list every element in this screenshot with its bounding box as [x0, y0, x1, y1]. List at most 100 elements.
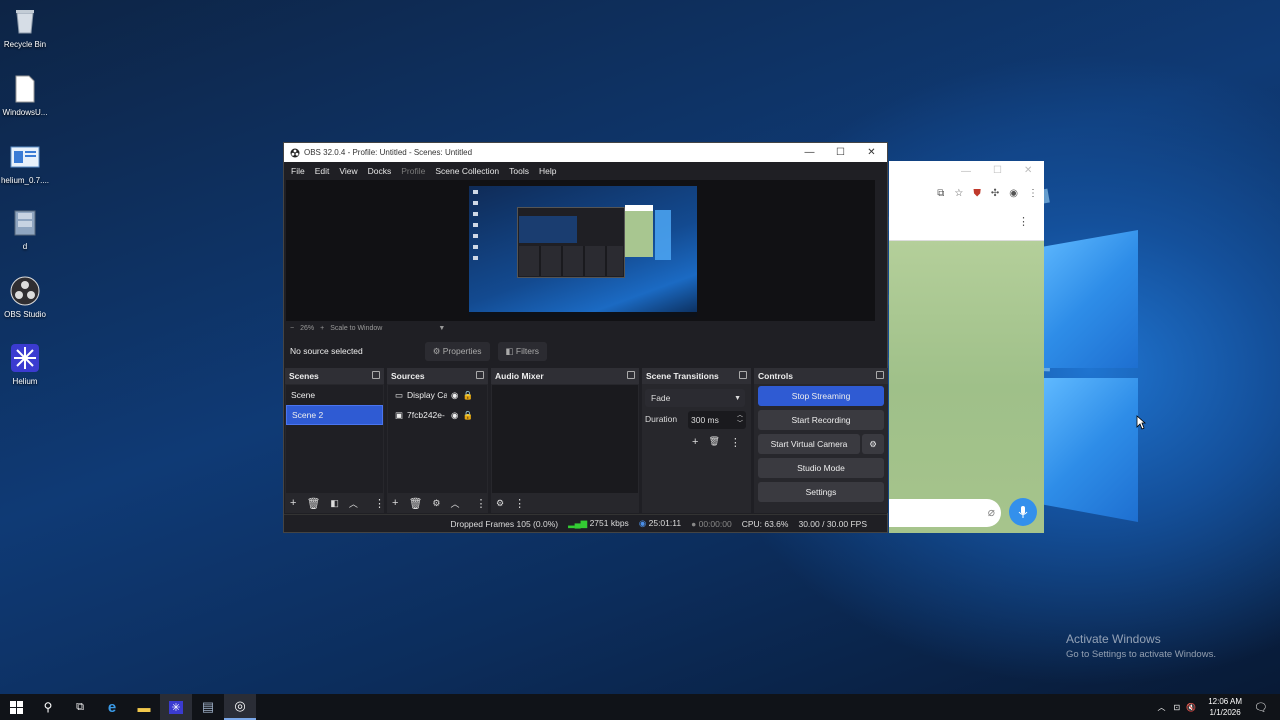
extensions-icon[interactable]: ✣ [991, 188, 999, 199]
volume-muted-icon[interactable]: 🔇 [1186, 703, 1196, 712]
folder-icon: ▬ [137, 699, 151, 715]
start-virtual-camera-button[interactable]: Start Virtual Camera [758, 434, 860, 454]
menu-docks[interactable]: Docks [363, 166, 397, 176]
stop-streaming-button[interactable]: Stop Streaming [758, 386, 884, 406]
profile-icon[interactable]: ◉ [1009, 188, 1018, 199]
zoom-out-button[interactable]: − [290, 325, 294, 332]
clock[interactable]: 12:06 AM 1/1/2026 [1208, 696, 1242, 718]
menu-tools[interactable]: Tools [504, 166, 534, 176]
filters-button[interactable]: ◧ Filters [497, 341, 548, 361]
menu-view[interactable]: View [334, 166, 362, 176]
preview-canvas[interactable] [286, 180, 875, 321]
properties-button[interactable]: ⚙ Properties [424, 341, 490, 361]
search-button[interactable]: ⚲ [32, 694, 64, 720]
zoom-in-button[interactable]: + [320, 325, 324, 332]
chevron-up-icon[interactable]: ︿ [349, 497, 358, 510]
desktop-icon-helium-installer[interactable]: helium_0.7.... [0, 142, 55, 185]
browser-window[interactable]: — ☐ ✕ ⧉ ☆ ⛊ ✣ ◉ ⋮ ⋮ ⌀ [889, 161, 1044, 533]
add-icon[interactable]: + [290, 497, 296, 509]
undock-icon[interactable] [876, 371, 884, 379]
obs-minimize-icon[interactable]: — [794, 143, 825, 162]
browser-menu-icon[interactable]: ⋮ [1028, 188, 1038, 199]
undock-icon[interactable] [627, 371, 635, 379]
add-icon[interactable]: + [692, 436, 698, 449]
settings-button[interactable]: Settings [758, 482, 884, 502]
undock-icon[interactable] [739, 371, 747, 379]
taskbar-obs[interactable]: ◎ [224, 694, 256, 720]
browser-close-icon[interactable]: ✕ [1024, 165, 1032, 176]
filter-icon[interactable]: ◧ [330, 498, 339, 509]
mixer-settings-icon[interactable]: ⚙ [496, 498, 504, 509]
voice-message-button[interactable] [1009, 498, 1037, 526]
fps-status: 30.00 / 30.00 FPS [798, 518, 867, 529]
start-recording-button[interactable]: Start Recording [758, 410, 884, 430]
scene-item-selected[interactable]: Scene 2 [286, 405, 383, 425]
windows-start-icon [9, 700, 23, 714]
more-icon[interactable]: ⋮ [476, 497, 487, 510]
network-icon[interactable]: ⊡ [1174, 703, 1181, 712]
start-recording-label: Start Recording [791, 415, 851, 425]
add-icon[interactable]: + [392, 497, 398, 509]
desktop-icon-recycle-bin[interactable]: Recycle Bin [0, 6, 55, 49]
source-item[interactable]: ▭ Display Ca ◉ 🔒 [388, 385, 487, 405]
taskbar-helium[interactable]: ✳ [160, 694, 192, 720]
obs-close-icon[interactable]: ✕ [856, 143, 887, 162]
scale-mode-select[interactable]: Scale to Window [330, 325, 382, 332]
trash-icon[interactable]: 🗑 [708, 436, 719, 449]
shield-icon[interactable]: ⛊ [973, 188, 981, 199]
task-view-button[interactable]: ⧉ [64, 694, 96, 720]
activate-windows-watermark: Activate Windows Go to Settings to activ… [1066, 632, 1216, 660]
controls-title: Controls [758, 371, 793, 381]
chat-menu-icon[interactable]: ⋮ [1018, 215, 1029, 228]
menu-help[interactable]: Help [534, 166, 561, 176]
message-input[interactable]: ⌀ [889, 499, 1001, 527]
gear-icon[interactable]: ⚙ [432, 498, 440, 509]
transition-select[interactable]: Fade ▼ [645, 389, 745, 407]
attach-icon[interactable]: ⌀ [988, 505, 995, 519]
obs-titlebar[interactable]: OBS 32.0.4 - Profile: Untitled - Scenes:… [284, 143, 887, 162]
browser-titlebar[interactable]: — ☐ ✕ [889, 161, 1044, 183]
undock-icon[interactable] [476, 371, 484, 379]
chevron-down-icon[interactable]: ▼ [438, 325, 445, 332]
obs-window[interactable]: OBS 32.0.4 - Profile: Untitled - Scenes:… [283, 142, 888, 533]
trash-icon[interactable]: 🗑 [306, 497, 320, 510]
browser-minimize-icon[interactable]: — [961, 166, 971, 177]
start-button[interactable] [0, 694, 32, 720]
taskbar-archive[interactable]: ▤ [192, 694, 224, 720]
browser-maximize-icon[interactable]: ☐ [993, 165, 1002, 176]
chevron-up-icon[interactable]: ︿ [1158, 702, 1166, 713]
desktop-icon-windowsu[interactable]: WindowsU... [0, 74, 55, 117]
more-icon[interactable]: ⋮ [730, 436, 741, 449]
virtual-camera-settings-button[interactable]: ⚙ [862, 434, 884, 454]
lock-icon[interactable]: 🔒 [462, 410, 473, 421]
lock-icon[interactable]: 🔒 [462, 390, 473, 401]
transition-select-value: Fade [651, 393, 671, 403]
notifications-icon[interactable]: 🗨 [1254, 701, 1268, 714]
chevron-up-icon[interactable]: ︿ [450, 497, 459, 510]
obs-maximize-icon[interactable]: ☐ [825, 143, 856, 162]
duration-spinbox[interactable]: 300 ms ︿ ﹀ [688, 411, 746, 429]
taskbar-edge[interactable]: e [96, 694, 128, 720]
taskbar-file-explorer[interactable]: ▬ [128, 694, 160, 720]
star-icon[interactable]: ☆ [954, 188, 963, 199]
menu-file[interactable]: File [286, 166, 310, 176]
studio-mode-button[interactable]: Studio Mode [758, 458, 884, 478]
cast-icon[interactable]: ⧉ [937, 188, 944, 199]
menu-scene-collection[interactable]: Scene Collection [430, 166, 504, 176]
eye-icon[interactable]: ◉ [451, 410, 458, 421]
source-item[interactable]: ▣ 7fcb242e- ◉ 🔒 [388, 405, 487, 425]
zoom-level: 26% [300, 324, 315, 332]
menu-edit[interactable]: Edit [310, 166, 335, 176]
more-icon[interactable]: ⋮ [374, 497, 385, 510]
desktop-icon-helium[interactable]: Helium [0, 343, 55, 386]
menu-profile[interactable]: Profile [396, 166, 430, 176]
trash-icon[interactable]: 🗑 [408, 497, 422, 510]
eye-icon[interactable]: ◉ [451, 390, 458, 401]
undock-icon[interactable] [372, 371, 380, 379]
desktop-icon-d[interactable]: d [0, 208, 55, 251]
desktop-icon-label: Recycle Bin [3, 40, 47, 49]
spin-arrows-icon[interactable]: ︿ ﹀ [737, 412, 743, 428]
desktop-icon-obs-studio[interactable]: OBS Studio [0, 276, 55, 319]
more-icon[interactable]: ⋮ [514, 497, 525, 510]
scene-item[interactable]: Scene [286, 385, 383, 405]
